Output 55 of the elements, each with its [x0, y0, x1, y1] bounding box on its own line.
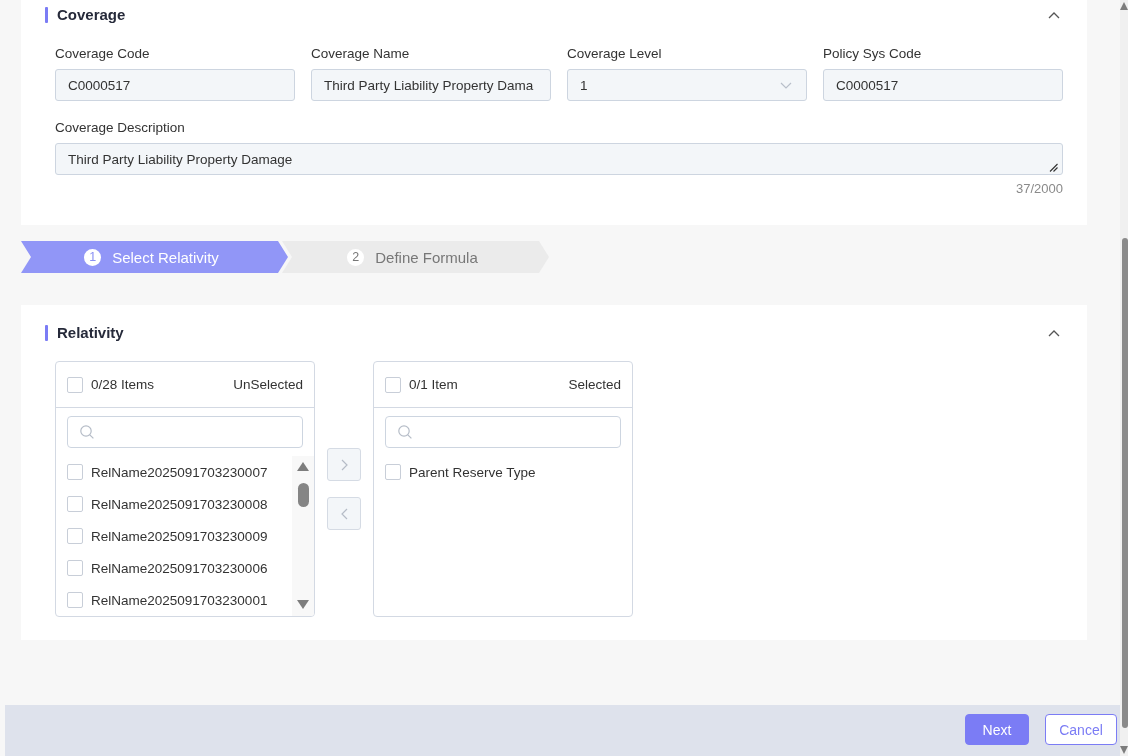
- checkbox[interactable]: [67, 528, 83, 544]
- secondary-button[interactable]: Cancel: [1045, 714, 1117, 745]
- select-all-checkbox[interactable]: [385, 376, 401, 393]
- scrollbar-thumb[interactable]: [297, 483, 309, 507]
- item-count: 0/28 Items: [91, 377, 155, 392]
- list-item[interactable]: Parent Reserve Type: [374, 456, 632, 488]
- list-item[interactable]: RelName2025091703230007: [56, 456, 292, 488]
- section-title: Relativity: [57, 323, 124, 343]
- chevron-left-icon: [340, 507, 348, 520]
- wizard-step[interactable]: 2 Define Formula: [282, 241, 549, 273]
- list-item[interactable]: RelName2025091703230009: [56, 520, 292, 552]
- chevron-right-icon: [340, 458, 348, 471]
- step-number: 2: [347, 248, 365, 266]
- checkbox[interactable]: [385, 464, 401, 480]
- scrollbar-thumb[interactable]: [1122, 238, 1128, 728]
- chevron-up-icon[interactable]: [1048, 11, 1060, 19]
- textarea-field[interactable]: Third Party Liability Property Damage: [55, 143, 1063, 175]
- text-field[interactable]: Third Party Liability Property Dama: [311, 69, 551, 101]
- vertical-bar-icon: [45, 325, 48, 341]
- search-icon: [398, 425, 412, 439]
- list-title: Selected: [568, 377, 621, 392]
- field-label: Coverage Name: [311, 45, 411, 63]
- field-label: Policy Sys Code: [823, 45, 923, 63]
- search-field[interactable]: [385, 416, 621, 448]
- down-triangle-icon[interactable]: [1120, 746, 1128, 754]
- chevron-down-icon: [780, 81, 792, 89]
- vertical-bar-icon: [45, 7, 48, 23]
- chevron-up-icon[interactable]: [1048, 329, 1060, 337]
- scrollbar[interactable]: [1120, 0, 1128, 756]
- list-item[interactable]: RelName2025091703230001: [56, 584, 292, 616]
- field-label: Coverage Code: [55, 45, 151, 63]
- list-item[interactable]: RelName2025091703230008: [56, 488, 292, 520]
- down-triangle-icon[interactable]: [297, 600, 309, 609]
- field-label: Coverage Description: [55, 119, 186, 137]
- search-icon: [80, 425, 94, 439]
- character-count: 37/2000: [1016, 181, 1063, 197]
- up-triangle-icon[interactable]: [297, 462, 309, 471]
- select-all-checkbox[interactable]: [67, 376, 83, 393]
- text-field[interactable]: C0000517: [823, 69, 1063, 101]
- section-title: Coverage: [57, 5, 126, 25]
- up-triangle-icon[interactable]: [1120, 2, 1128, 10]
- step-number: 1: [84, 248, 102, 266]
- list-title: UnSelected: [233, 377, 303, 392]
- item-count: 0/1 Item: [409, 377, 458, 392]
- list-item[interactable]: RelName2025091703230006: [56, 552, 292, 584]
- checkbox[interactable]: [67, 464, 83, 480]
- checkbox[interactable]: [67, 496, 83, 512]
- text-field[interactable]: C0000517: [55, 69, 295, 101]
- resize-handle-icon[interactable]: [1049, 163, 1058, 172]
- search-field[interactable]: [67, 416, 303, 448]
- checkbox[interactable]: [67, 560, 83, 576]
- field-label: Coverage Level: [567, 45, 663, 63]
- scrollbar[interactable]: [292, 456, 314, 616]
- checkbox[interactable]: [67, 592, 83, 608]
- select-field[interactable]: 1: [567, 69, 807, 101]
